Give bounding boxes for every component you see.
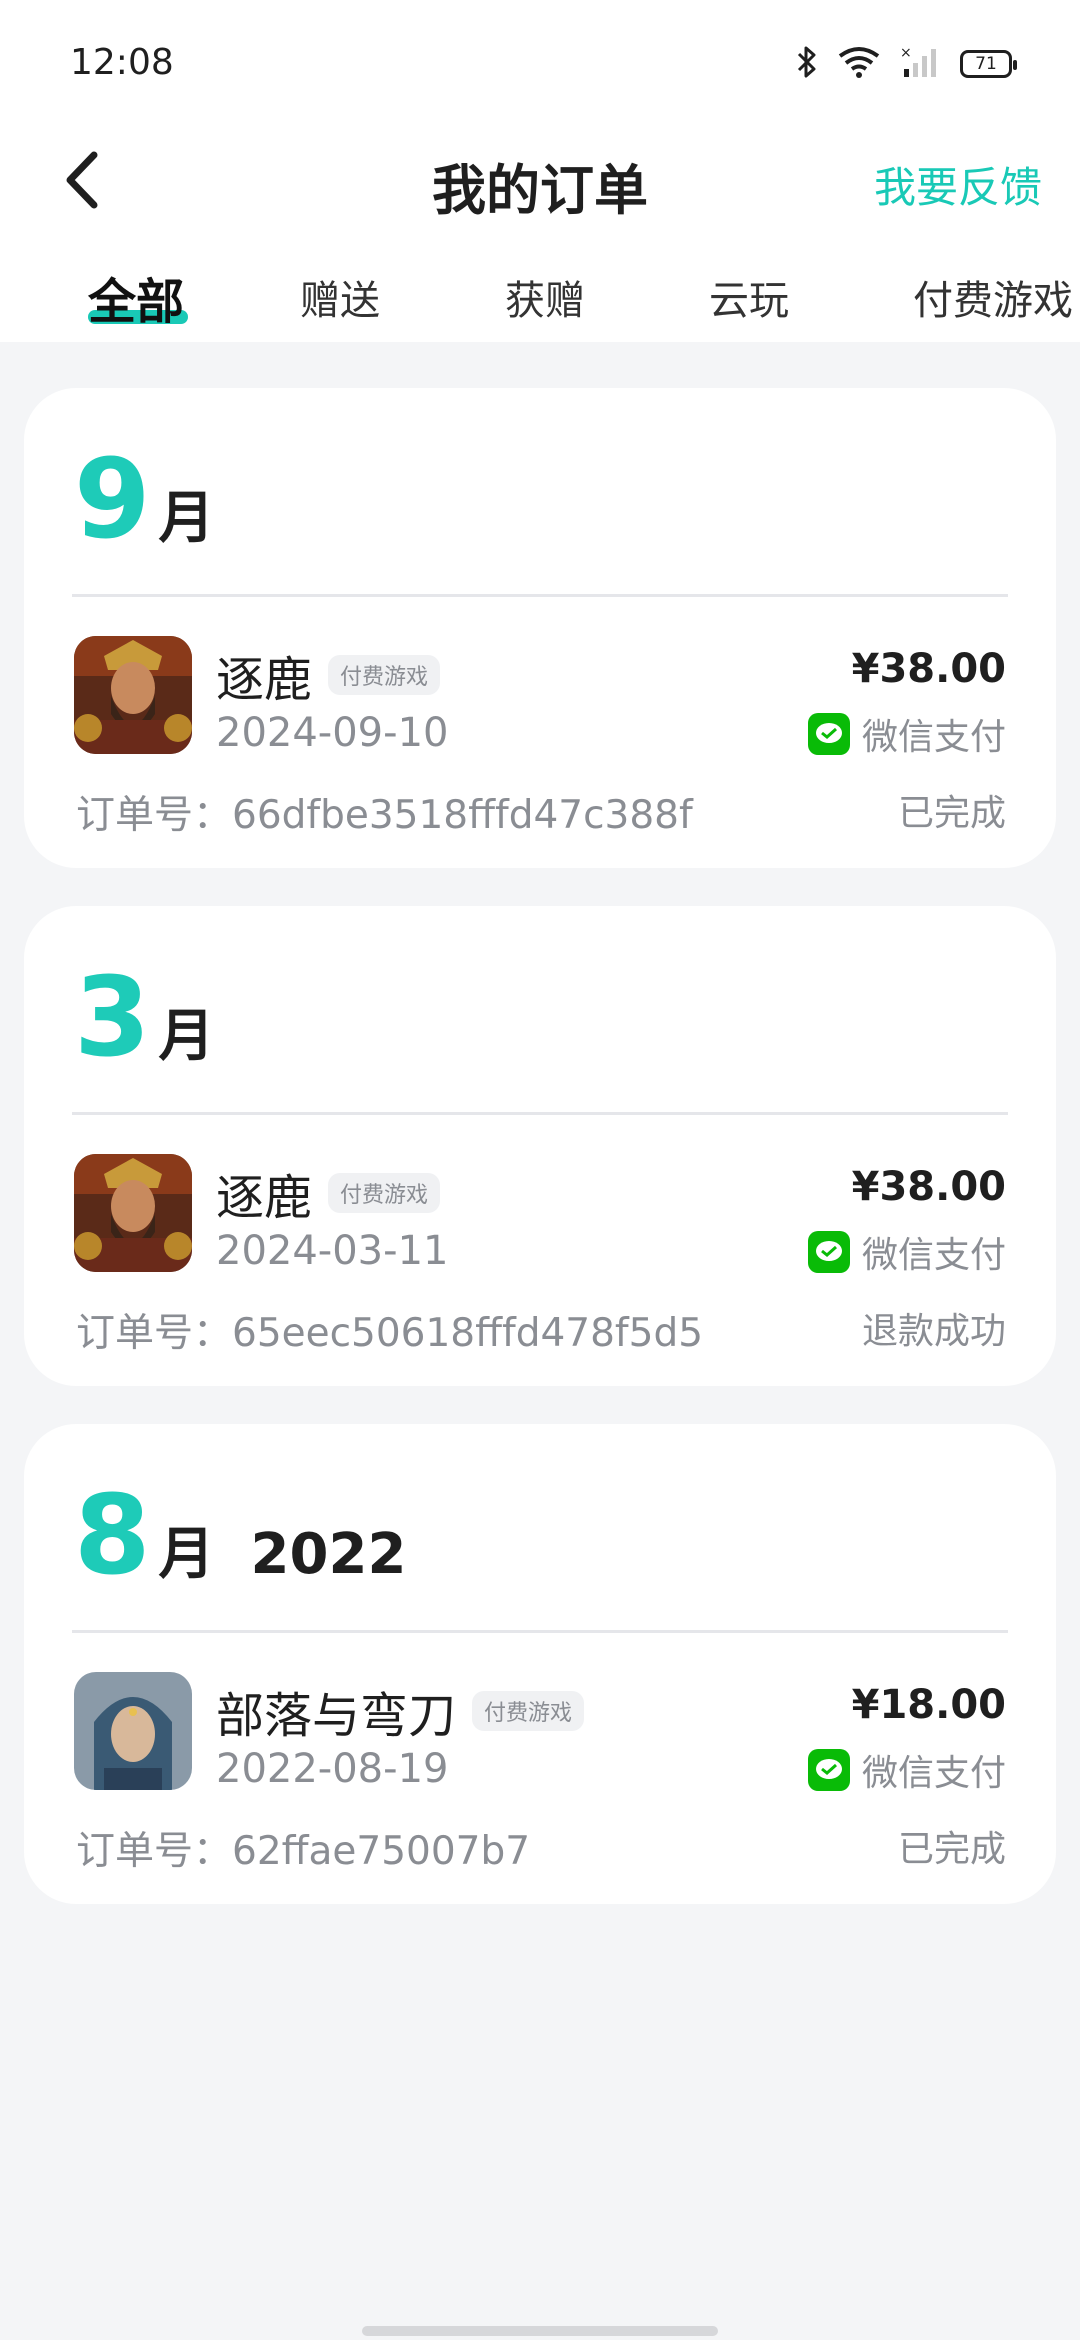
- payment-label: 微信支付: [861, 1235, 1006, 1276]
- month-unit: 月: [158, 1004, 215, 1069]
- payment-method: 微信支付: [807, 1744, 1006, 1796]
- month-header: 9 月: [74, 444, 215, 554]
- wechat-pay-icon: [807, 1749, 850, 1791]
- month-number: 8: [74, 1471, 151, 1599]
- svg-text:×: ×: [900, 45, 912, 61]
- tab-cloud-play[interactable]: 云玩: [709, 268, 789, 326]
- wechat-pay-icon: [807, 1231, 850, 1273]
- wifi-icon: [838, 46, 880, 82]
- hooded-woman-portrait-icon: [74, 1672, 192, 1790]
- game-name: 部落与弯刀 付费游戏: [216, 1676, 585, 1746]
- month-unit: 月: [158, 486, 215, 551]
- warrior-portrait-icon: [74, 636, 192, 754]
- game-tag: 付费游戏: [328, 1173, 441, 1213]
- month-header: 8 月 2022: [74, 1480, 406, 1590]
- payment-label: 微信支付: [861, 1753, 1006, 1794]
- order-card[interactable]: 3 月 逐鹿 付费游戏 2024-03-11 订单号：65eec50618fff…: [24, 906, 1056, 1386]
- tab-paid-games[interactable]: 付费游戏: [913, 268, 1073, 326]
- game-name: 逐鹿 付费游戏: [216, 1158, 441, 1228]
- tab-bar: 全部 赠送 获赠 云玩 付费游戏: [0, 268, 1080, 342]
- tab-received[interactable]: 获赠: [505, 268, 585, 326]
- tab-all[interactable]: 全部: [88, 262, 184, 332]
- month-unit: 月: [158, 1522, 215, 1587]
- order-card[interactable]: 8 月 2022 部落与弯刀 付费游戏 2022-08-19 订单号：62ffa…: [24, 1424, 1056, 1904]
- home-indicator[interactable]: [362, 2326, 718, 2336]
- divider: [72, 594, 1008, 597]
- month-number: 3: [74, 953, 151, 1081]
- order-status: 已完成: [897, 1829, 1006, 1870]
- bluetooth-icon: [796, 45, 818, 83]
- payment-method: 微信支付: [807, 708, 1006, 760]
- game-title: 部落与弯刀: [216, 1688, 457, 1744]
- signal-icon: ×: [900, 45, 940, 83]
- payment-method: 微信支付: [807, 1226, 1006, 1278]
- chevron-left-icon: [66, 151, 98, 209]
- game-name: 逐鹿 付费游戏: [216, 640, 441, 710]
- order-date: 2022-08-19: [216, 1746, 449, 1792]
- order-price: ¥38.00: [851, 1164, 1006, 1210]
- order-number: 订单号：65eec50618fffd478f5d5: [76, 1311, 704, 1356]
- order-status: 已完成: [897, 793, 1006, 834]
- month-number: 9: [74, 435, 151, 563]
- status-icons: × 71: [796, 44, 1017, 84]
- divider: [72, 1112, 1008, 1115]
- year-label: 2022: [250, 1522, 407, 1587]
- game-tag: 付费游戏: [472, 1691, 585, 1731]
- back-button[interactable]: [52, 140, 112, 220]
- order-price: ¥38.00: [851, 646, 1006, 692]
- warrior-portrait-icon: [74, 1154, 192, 1272]
- month-header: 3 月: [74, 962, 215, 1072]
- game-title: 逐鹿: [216, 652, 313, 708]
- order-number: 订单号：62ffae75007b7: [76, 1829, 531, 1874]
- battery-icon: 71: [960, 50, 1017, 78]
- divider: [72, 1630, 1008, 1633]
- payment-label: 微信支付: [861, 717, 1006, 758]
- game-tag: 付费游戏: [328, 655, 441, 695]
- status-time: 12:08: [70, 42, 174, 83]
- order-price: ¥18.00: [851, 1682, 1006, 1728]
- order-date: 2024-09-10: [216, 710, 449, 756]
- game-title: 逐鹿: [216, 1170, 313, 1226]
- tab-gift[interactable]: 赠送: [300, 268, 380, 326]
- order-number: 订单号：66dfbe3518fffd47c388f: [76, 793, 693, 838]
- wechat-pay-icon: [807, 713, 850, 755]
- order-card[interactable]: 9 月 逐鹿 付费游戏 2024-09-10 订单号：66dfbe3518fff…: [24, 388, 1056, 868]
- order-date: 2024-03-11: [216, 1228, 449, 1274]
- top-bar: 12:08 × 71 我的订单 我要反馈 全部 赠送 获赠 云玩 付费游戏: [0, 0, 1080, 342]
- feedback-button[interactable]: 我要反馈: [874, 154, 1042, 215]
- order-status: 退款成功: [861, 1311, 1006, 1352]
